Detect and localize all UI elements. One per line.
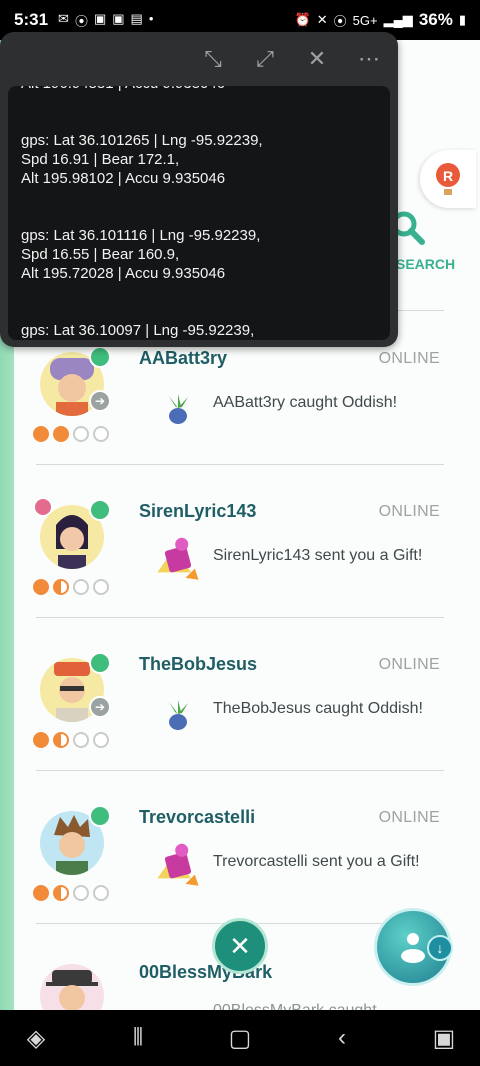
close-icon: ✕ xyxy=(229,930,251,961)
friend-name: SirenLyric143 xyxy=(139,501,257,521)
trade-icon: ➔ xyxy=(89,390,111,412)
signal-icon: ▂▄▆ xyxy=(383,12,413,27)
friend-status: ONLINE xyxy=(378,503,440,520)
notification-icons: ✉ ⦿ ▣ ▣ ▤ • xyxy=(58,11,153,30)
online-indicator xyxy=(89,805,111,827)
online-indicator xyxy=(89,346,111,368)
gps-log[interactable]: Alt 196.94881 | Accu 9.935046 gps: Lat 3… xyxy=(8,86,390,340)
heart-icon xyxy=(53,885,69,901)
screen-icon: ▣ xyxy=(93,10,107,26)
friendship-hearts xyxy=(33,426,109,442)
screen-icon: ▣ xyxy=(112,10,125,26)
more-icon[interactable]: ⋯ xyxy=(358,46,380,72)
friend-row[interactable]: SirenLyric143 ONLINE SirenLyric143 sent … xyxy=(0,497,480,658)
nearby-button[interactable]: ↓ xyxy=(374,908,453,986)
download-icon: ↓ xyxy=(427,935,453,961)
friendship-hearts xyxy=(33,885,109,901)
heart-icon xyxy=(73,579,89,595)
trade-icon: ➔ xyxy=(89,696,111,718)
heart-icon xyxy=(53,579,69,595)
heart-icon xyxy=(53,732,69,748)
team-rocket-balloon-button[interactable]: R xyxy=(420,150,476,208)
expand-icon[interactable]: ⤢ xyxy=(254,46,276,72)
friend-activity: SirenLyric143 sent you a Gift! xyxy=(213,547,423,564)
heart-icon xyxy=(73,732,89,748)
game-controller-icon[interactable]: ◈ xyxy=(16,1024,56,1053)
heart-icon xyxy=(93,579,109,595)
battery-percent: 36% xyxy=(418,10,453,29)
gift-icon[interactable] xyxy=(150,841,206,897)
heart-icon xyxy=(93,426,109,442)
chat-icon: ✉ xyxy=(58,10,69,26)
overlay-toolbar: ⤡ ⤢ ✕ ⋯ xyxy=(0,32,398,86)
oddish-icon xyxy=(150,382,206,438)
location-icon: ⦿ xyxy=(333,13,347,29)
friend-name: Trevorcastelli xyxy=(139,807,256,827)
heart-icon xyxy=(53,426,69,442)
friend-status: ONLINE xyxy=(378,809,440,826)
divider xyxy=(36,617,444,618)
divider xyxy=(36,770,444,771)
svg-text:R: R xyxy=(443,168,453,184)
trainer-icon xyxy=(401,933,425,963)
heart-icon xyxy=(73,885,89,901)
heart-icon xyxy=(33,732,49,748)
friend-row[interactable]: ➔ AABatt3ry ONLINE AABatt3ry caught Oddi… xyxy=(0,346,480,505)
friend-activity: TheBobJesus caught Oddish! xyxy=(213,700,423,717)
alarm-icon: ⏰ xyxy=(294,12,311,27)
friend-row[interactable]: ➔ TheBobJesus ONLINE TheBobJesus caught … xyxy=(0,652,480,811)
divider xyxy=(36,464,444,465)
heart-icon xyxy=(73,426,89,442)
search-label[interactable]: SEARCH xyxy=(396,256,455,272)
friend-activity: Trevorcastelli sent you a Gift! xyxy=(213,853,420,870)
online-indicator xyxy=(89,652,111,674)
pokemon-icon xyxy=(150,992,206,1010)
oddish-icon xyxy=(150,688,206,744)
friend-activity: 00BlessMyBark caught xyxy=(213,1000,433,1010)
heart-icon xyxy=(93,885,109,901)
clock: 5:31 xyxy=(14,10,49,29)
minimize-icon[interactable]: ⤡ xyxy=(202,46,224,72)
heart-icon xyxy=(33,426,49,442)
friend-status: ONLINE xyxy=(378,656,440,673)
gps-log-text: Alt 196.94881 | Accu 9.935046 gps: Lat 3… xyxy=(21,86,263,339)
heart-icon xyxy=(33,579,49,595)
recent-apps-button[interactable]: ⦀ xyxy=(118,1024,158,1052)
online-indicator xyxy=(89,499,111,521)
battery-icon: ▮ xyxy=(458,12,466,27)
close-button[interactable]: ✕ xyxy=(212,918,268,974)
mute-icon: ✕ xyxy=(316,12,328,27)
network-label: 5G+ xyxy=(352,12,378,28)
friend-activity: AABatt3ry caught Oddish! xyxy=(213,394,398,411)
accessibility-icon[interactable]: ▣ xyxy=(424,1024,464,1053)
heart-icon xyxy=(93,732,109,748)
friend-name: TheBobJesus xyxy=(139,654,258,674)
gallery-icon: ▤ xyxy=(130,10,143,26)
friendship-hearts xyxy=(33,732,109,748)
navigation-bar: ◈ ⦀ ▢ ‹ ▣ xyxy=(0,1010,480,1066)
heart-icon xyxy=(33,885,49,901)
friend-name: AABatt3ry xyxy=(139,348,228,368)
home-button[interactable]: ▢ xyxy=(220,1024,260,1053)
friend-status: ONLINE xyxy=(378,350,440,367)
location-icon: ⦿ xyxy=(74,13,88,29)
balloon-icon: R xyxy=(436,163,460,195)
gps-log-overlay: ⤡ ⤢ ✕ ⋯ Alt 196.94881 | Accu 9.935046 gp… xyxy=(0,32,398,347)
avatar xyxy=(40,964,104,1010)
dot-icon: • xyxy=(148,10,154,26)
back-button[interactable]: ‹ xyxy=(322,1024,362,1052)
friendship-hearts xyxy=(33,579,109,595)
close-icon[interactable]: ✕ xyxy=(306,46,328,72)
gift-icon[interactable] xyxy=(150,535,206,591)
